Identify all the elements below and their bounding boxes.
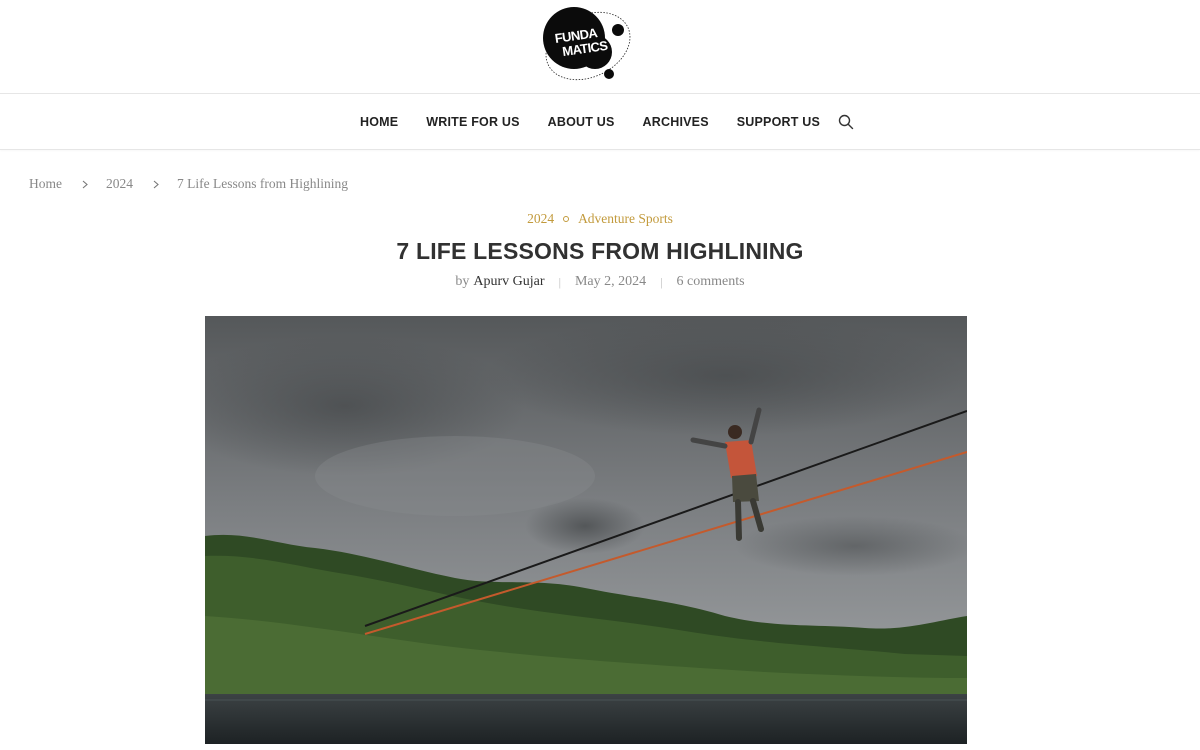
breadcrumb-current: 7 Life Lessons from Highlining bbox=[177, 176, 348, 191]
meta-divider: | bbox=[558, 274, 561, 289]
breadcrumb: Home 2024 7 Life Lessons from Highlining bbox=[29, 176, 348, 192]
post-meta: by Apurv Gujar | May 2, 2024 | 6 comment… bbox=[0, 274, 1200, 290]
post-categories: 2024 Adventure Sports bbox=[0, 211, 1200, 227]
search-icon[interactable] bbox=[838, 114, 854, 130]
post-title: 7 LIFE LESSONS FROM HIGHLINING bbox=[396, 238, 804, 264]
category-link-2024[interactable]: 2024 bbox=[527, 211, 554, 227]
highliner-photo bbox=[205, 316, 967, 744]
breadcrumb-home[interactable]: Home bbox=[29, 176, 62, 192]
featured-image bbox=[205, 316, 967, 744]
meta-divider: | bbox=[660, 274, 663, 289]
category-link-adventure-sports[interactable]: Adventure Sports bbox=[578, 211, 673, 227]
chevron-right-icon bbox=[153, 180, 159, 189]
nav-item-support-us[interactable]: SUPPORT US bbox=[737, 115, 820, 129]
site-header: FUNDA MATICS bbox=[0, 0, 1200, 94]
main-nav: HOME WRITE FOR US ABOUT US ARCHIVES SUPP… bbox=[0, 94, 1200, 150]
nav-item-about-us[interactable]: ABOUT US bbox=[548, 115, 615, 129]
author-link[interactable]: Apurv Gujar bbox=[473, 274, 544, 290]
chevron-right-icon bbox=[82, 180, 88, 189]
category-separator-icon bbox=[563, 216, 570, 222]
post-date: May 2, 2024 bbox=[574, 274, 647, 289]
nav-item-home[interactable]: HOME bbox=[360, 115, 398, 129]
nav-item-write-for-us[interactable]: WRITE FOR US bbox=[426, 115, 519, 129]
breadcrumb-year[interactable]: 2024 bbox=[106, 176, 133, 192]
byline-prefix: by bbox=[455, 274, 470, 289]
site-logo[interactable]: FUNDA MATICS bbox=[538, 6, 634, 84]
nav-item-archives[interactable]: ARCHIVES bbox=[643, 115, 709, 129]
comments-link[interactable]: 6 comments bbox=[677, 274, 745, 290]
